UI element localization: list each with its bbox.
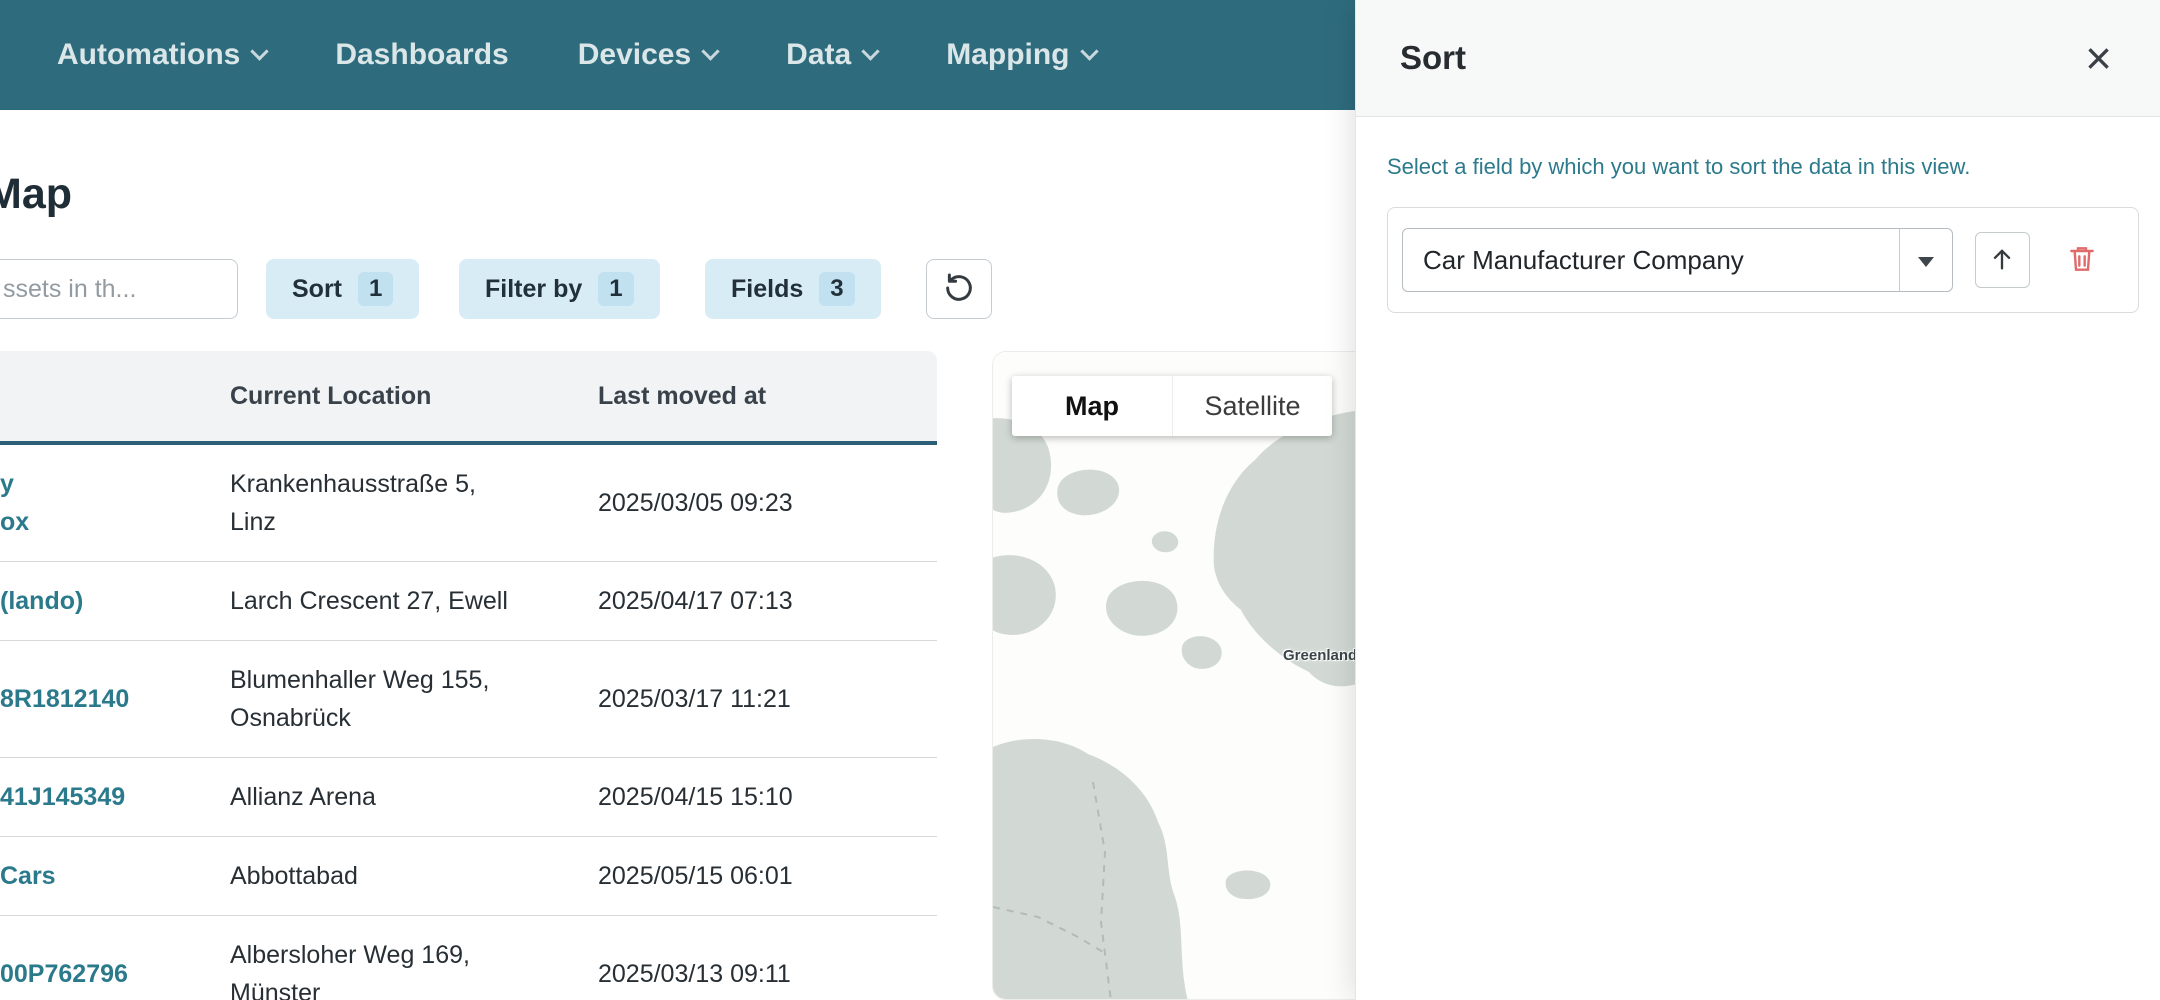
caret-down-icon [1918, 257, 1934, 267]
sort-rule-row: Car Manufacturer Company [1387, 207, 2139, 313]
current-location-cell: Larch Crescent 27, Ewell [230, 582, 598, 620]
last-moved-cell: 2025/03/13 09:11 [598, 955, 937, 993]
asset-name-line: 41J145349 [0, 778, 230, 816]
asset-link[interactable]: 8R1812140 [0, 680, 230, 718]
asset-name-line: Cars [0, 857, 230, 895]
assets-table: Current Location Last moved at y ox Kran… [0, 351, 937, 1000]
table-row: 41J145349 Allianz Arena 2025/04/15 15:10 [0, 758, 937, 837]
column-header-location: Current Location [230, 382, 598, 411]
table-row: 00P762796 Albersloher Weg 169, Münster 2… [0, 916, 937, 1000]
nav-item-label: Automations [57, 38, 240, 72]
nav-item-mapping[interactable]: Mapping [946, 38, 1095, 72]
nav-item-label: Dashboards [335, 38, 508, 72]
map-region-label: Greenland [1283, 647, 1357, 664]
asset-link[interactable]: 41J145349 [0, 778, 230, 816]
close-icon[interactable]: × [2085, 35, 2112, 81]
refresh-icon [942, 271, 976, 308]
asset-name-line: 8R1812140 [0, 680, 230, 718]
current-location-cell: Albersloher Weg 169, Münster [230, 936, 598, 1000]
sort-drawer-header: Sort × [1356, 0, 2160, 117]
asset-name-line: (lando) [0, 582, 230, 620]
filter-by-button-label: Filter by [485, 275, 582, 304]
nav-item-label: Data [786, 38, 851, 72]
satellite-view-button[interactable]: Satellite [1172, 376, 1332, 436]
asset-link[interactable]: Cars [0, 857, 230, 895]
sort-count-badge: 1 [358, 272, 393, 306]
nav-item-automations[interactable]: Automations [57, 38, 266, 72]
refresh-button[interactable] [926, 259, 992, 319]
filter-by-button[interactable]: Filter by 1 [459, 259, 660, 319]
sort-button[interactable]: Sort 1 [266, 259, 419, 319]
nav-item-label: Mapping [946, 38, 1069, 72]
table-row: y ox Krankenhausstraße 5, Linz 2025/03/0… [0, 445, 937, 562]
map-view-button[interactable]: Map [1012, 376, 1172, 436]
sort-direction-button[interactable] [1975, 232, 2030, 288]
delete-sort-rule-button[interactable] [2066, 243, 2098, 278]
nav-item-data[interactable]: Data [786, 38, 877, 72]
current-location-cell: Blumenhaller Weg 155, Osnabrück [230, 661, 598, 737]
fields-count-badge: 3 [819, 272, 854, 306]
asset-search-box [0, 259, 238, 319]
asset-link[interactable]: (lando) [0, 582, 230, 620]
page-title: Map [0, 170, 72, 219]
arrow-up-icon [1988, 245, 2016, 276]
asset-name-line: ox [0, 503, 230, 541]
last-moved-cell: 2025/04/15 15:10 [598, 778, 937, 816]
asset-name-line: 00P762796 [0, 955, 230, 993]
sort-description: Select a field by which you want to sort… [1387, 152, 2138, 182]
last-moved-cell: 2025/05/15 06:01 [598, 857, 937, 895]
map-type-control: Map Satellite [1012, 376, 1332, 436]
current-location-cell: Allianz Arena [230, 778, 598, 816]
asset-link[interactable]: 00P762796 [0, 955, 230, 993]
sort-drawer-body: Select a field by which you want to sort… [1356, 117, 2160, 313]
nav-item-label: Devices [578, 38, 691, 72]
current-location-cell: Krankenhausstraße 5, Linz [230, 465, 598, 541]
chevron-down-icon [1080, 42, 1098, 60]
sort-drawer-title: Sort [1400, 39, 1466, 77]
nav-item-dashboards[interactable]: Dashboards [335, 38, 508, 72]
sort-field-select[interactable]: Car Manufacturer Company [1402, 228, 1953, 292]
asset-link[interactable]: y ox [0, 465, 230, 541]
trash-icon [2066, 243, 2098, 278]
current-location-cell: Abbottabad [230, 857, 598, 895]
table-row: (lando) Larch Crescent 27, Ewell 2025/04… [0, 562, 937, 641]
asset-name-line: y [0, 465, 230, 503]
table-header-row: Current Location Last moved at [0, 351, 937, 445]
sort-field-value: Car Manufacturer Company [1423, 245, 1744, 276]
table-row: 8R1812140 Blumenhaller Weg 155, Osnabrüc… [0, 641, 937, 758]
last-moved-cell: 2025/03/05 09:23 [598, 484, 937, 522]
chevron-down-icon [251, 42, 269, 60]
nav-item-devices[interactable]: Devices [578, 38, 717, 72]
last-moved-cell: 2025/04/17 07:13 [598, 582, 937, 620]
sort-button-label: Sort [292, 275, 342, 304]
last-moved-cell: 2025/03/17 11:21 [598, 680, 937, 718]
fields-button-label: Fields [731, 275, 803, 304]
table-row: Cars Abbottabad 2025/05/15 06:01 [0, 837, 937, 916]
chevron-down-icon [861, 42, 879, 60]
filter-count-badge: 1 [598, 272, 633, 306]
fields-button[interactable]: Fields 3 [705, 259, 881, 319]
sort-drawer: Sort × Select a field by which you want … [1355, 0, 2160, 1000]
column-header-moved-at: Last moved at [598, 382, 937, 411]
select-divider [1899, 229, 1900, 291]
chevron-down-icon [701, 42, 719, 60]
